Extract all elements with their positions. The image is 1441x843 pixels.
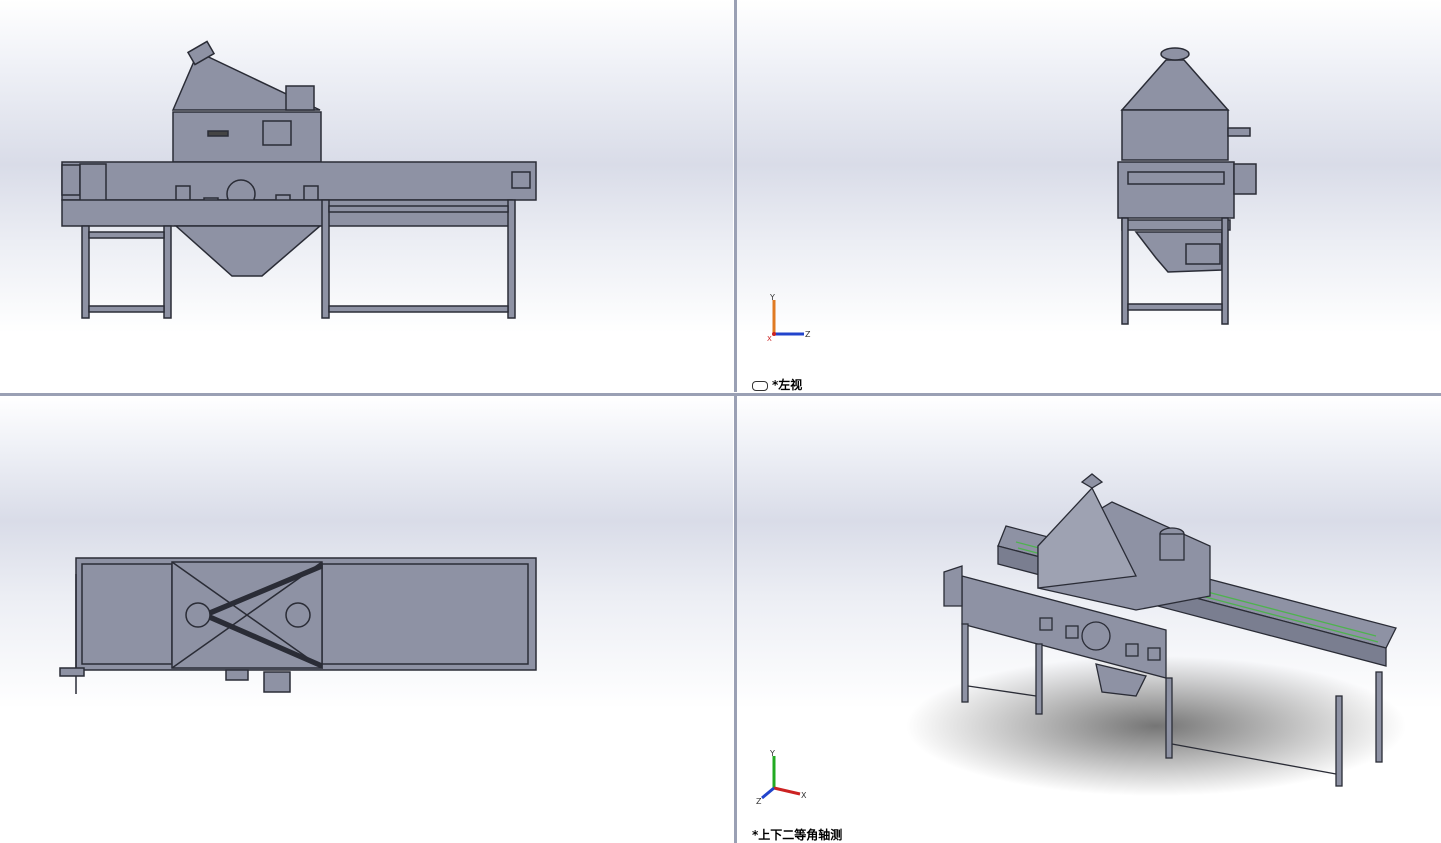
coordinate-triad: Y X Z — [756, 748, 812, 808]
viewport-front[interactable] — [0, 0, 733, 392]
viewport-isometric[interactable]: Y X Z *上下二等角轴测 — [736, 396, 1441, 843]
coordinate-triad: Y Z X — [764, 292, 814, 346]
viewport-left[interactable]: Y Z X *左视 — [736, 0, 1441, 392]
left-view-model[interactable] — [736, 0, 1441, 392]
top-view-model[interactable] — [0, 396, 733, 843]
svg-text:Y: Y — [769, 749, 775, 758]
viewport-splitter-vertical[interactable] — [733, 0, 737, 843]
svg-text:X: X — [767, 335, 772, 342]
view-label-left[interactable]: *左视 — [752, 376, 802, 392]
svg-text:Z: Z — [756, 797, 762, 804]
viewport-top[interactable] — [0, 396, 733, 843]
view-label-text: *上下二等角轴测 — [752, 828, 843, 842]
view-link-icon — [752, 380, 768, 391]
front-view-model[interactable] — [0, 0, 733, 392]
viewport-splitter-horizontal[interactable] — [0, 392, 1441, 396]
axis-triad-icon: Y X Z — [756, 749, 807, 806]
view-label-text: *左视 — [772, 378, 803, 392]
svg-text:Z: Z — [805, 330, 811, 339]
svg-text:Y: Y — [769, 293, 775, 302]
view-label-isometric[interactable]: *上下二等角轴测 — [752, 826, 842, 843]
axis-triad-icon: Y Z X — [767, 293, 811, 343]
svg-text:X: X — [801, 791, 807, 800]
isometric-view-model[interactable] — [736, 396, 1441, 843]
